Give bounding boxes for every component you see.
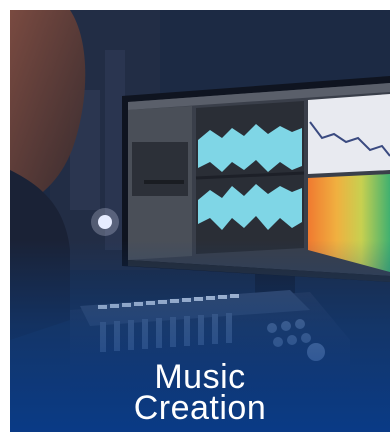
music-creation-card[interactable]: Music Creation: [10, 10, 390, 432]
card-title-line-2: Creation: [133, 389, 267, 427]
card-title: Music Creation: [10, 360, 390, 427]
